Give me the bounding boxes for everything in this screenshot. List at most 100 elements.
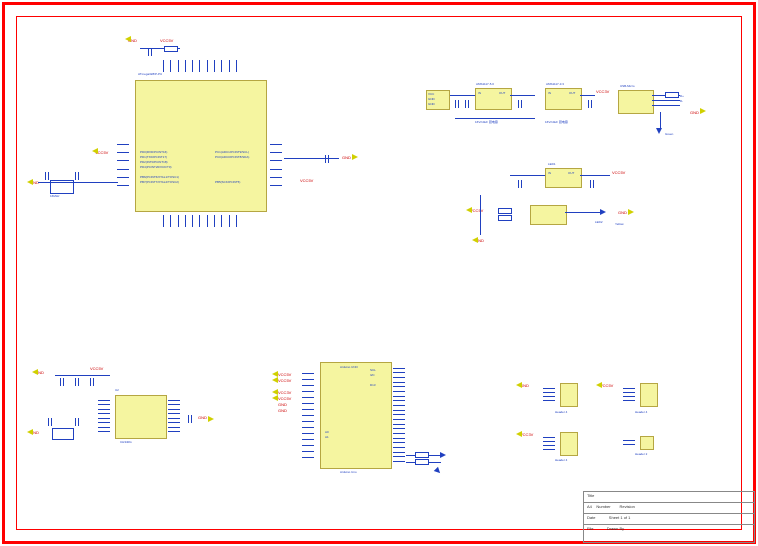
net-vcc5v-u2: VCC5V — [90, 366, 103, 371]
crystal-y2 — [52, 428, 74, 440]
mcu-pin-label: PB7(PCINT7/XTAL2/TOSC2) — [140, 180, 179, 184]
capacitor-c8 — [588, 100, 592, 108]
led2-color: Yellow — [615, 222, 624, 226]
p3-arrow — [516, 431, 522, 437]
net-gnd-led: GND — [618, 210, 627, 215]
tb-title: Title — [587, 493, 594, 498]
tb-date: Date — [587, 515, 595, 520]
wire — [652, 105, 680, 106]
crystal-y1-label: 16MHz — [50, 194, 60, 198]
header-p1 — [560, 383, 578, 407]
p1-pins — [543, 386, 555, 402]
mcu-pin-label: PD4(PCINT20/XCK/T0) — [140, 165, 172, 169]
gnd-arrow-3 — [352, 154, 358, 160]
gnd-arrow-led — [628, 209, 634, 215]
conn-gnd: GND — [428, 97, 435, 101]
p2-arrow — [596, 382, 602, 388]
p1-arrow — [516, 382, 522, 388]
p3-pins — [543, 435, 555, 451]
u3-left-pins — [302, 370, 314, 460]
gnd-arrow-2 — [27, 179, 33, 185]
wire — [580, 95, 595, 96]
tb-size: A4 — [587, 504, 592, 509]
conn-gnd2: GND — [428, 102, 435, 106]
u5-out: OUT — [569, 91, 575, 95]
vcc-arrow — [92, 148, 98, 154]
mcu-pin-label-r: PC0(ADC0/PCINT8/SDA) — [215, 155, 249, 159]
gnd-arrow-bot — [472, 237, 478, 243]
led-tx — [440, 452, 446, 458]
tb-drawn: Drawn By — [607, 526, 624, 531]
u3-name: Arduino UNO — [340, 365, 358, 369]
header-p2 — [640, 383, 658, 407]
capacitor-c10 — [590, 180, 594, 188]
capacitor-c3 — [75, 172, 79, 180]
capacitor-c6 — [465, 100, 469, 108]
capacitor-c4 — [325, 155, 329, 163]
u3-a1: A1 — [325, 435, 329, 439]
conn-vcc: VCC — [428, 92, 434, 96]
u3-gnd1: GND — [278, 402, 287, 407]
led-driver — [530, 205, 567, 225]
p2-pins — [623, 386, 635, 402]
tb-rev: Revision — [619, 504, 634, 509]
resistor-r1 — [164, 46, 178, 52]
resistor-r5 — [415, 452, 429, 458]
main-mcu-chip — [135, 80, 267, 212]
u5-in: IN — [548, 91, 551, 95]
wire — [510, 95, 535, 96]
mcu-left-pins — [117, 140, 129, 190]
u3-d13: D13 — [370, 383, 376, 387]
net-vcc5v-3: VCC5V — [300, 178, 313, 183]
p4-label: Header 2 — [635, 452, 647, 456]
p3-vcc: VCC3V — [520, 432, 533, 437]
vcc-arrow-led — [466, 207, 472, 213]
p4-pins — [623, 438, 635, 446]
u5-note: 16V/10uF 钽电容 — [545, 120, 568, 124]
u3-gnd2: GND — [278, 408, 287, 413]
u4-in: IN — [478, 91, 481, 95]
title-block: Title A4 Number Revision Date Sheet 1 of… — [583, 491, 755, 543]
u3-i2c: I2C — [370, 373, 375, 377]
net-vcc5v: VCC5V — [160, 38, 173, 43]
capacitor-c1 — [148, 48, 152, 56]
gnd-arrow-u2r — [208, 416, 214, 422]
capacitor-c5 — [455, 100, 459, 108]
mcu-pin-label: PD0(RXD/PCINT16) — [140, 150, 167, 154]
capacitor-c13 — [60, 378, 64, 386]
capacitor-c12 — [75, 418, 79, 426]
wire — [510, 175, 545, 176]
u3-footer: Arduino Uno — [340, 470, 357, 474]
tb-sheet: Sheet 1 of 1 — [609, 515, 631, 520]
p2-label: Header 4 — [635, 410, 647, 414]
u2-right-pins — [168, 398, 180, 434]
u2-ref: U2 — [115, 388, 119, 392]
wire — [480, 195, 481, 235]
u3-scl: SCL — [370, 368, 376, 372]
capacitor-c15 — [90, 378, 94, 386]
mcu-bottom-pins — [160, 215, 240, 227]
u3-vcc4: VCC5V — [278, 396, 291, 401]
k1-ref: LED1 — [548, 162, 556, 166]
vcc-arrow-u3-2 — [272, 377, 278, 383]
net-vcc5v-led: VCC5V — [470, 208, 483, 213]
net-gnd-usb: GND — [690, 110, 699, 115]
led-d1 — [656, 128, 662, 134]
gnd-arrow — [125, 36, 131, 42]
u4-out: OUT — [499, 91, 505, 95]
u5-ref: AMS1117-3.3 — [546, 82, 564, 86]
mcu-pin-label: PD1(TXD/PCINT17) — [140, 155, 167, 159]
u3-vcc2: VCC5V — [278, 378, 291, 383]
mcu-pin-label: PB6(PCINT6/XTAL1/TOSC1) — [140, 175, 179, 179]
u3-a0: A0 — [325, 430, 329, 434]
wire — [38, 182, 118, 183]
wire — [455, 118, 535, 119]
k1-out: OUT — [568, 171, 574, 175]
mcu-top-pins — [160, 60, 240, 72]
resistor-r4 — [498, 215, 512, 221]
tb-file: File — [587, 526, 593, 531]
wire — [652, 100, 680, 101]
p3-label: Header 4 — [555, 458, 567, 462]
wire — [55, 375, 110, 376]
led2-label: LED2 — [595, 220, 603, 224]
